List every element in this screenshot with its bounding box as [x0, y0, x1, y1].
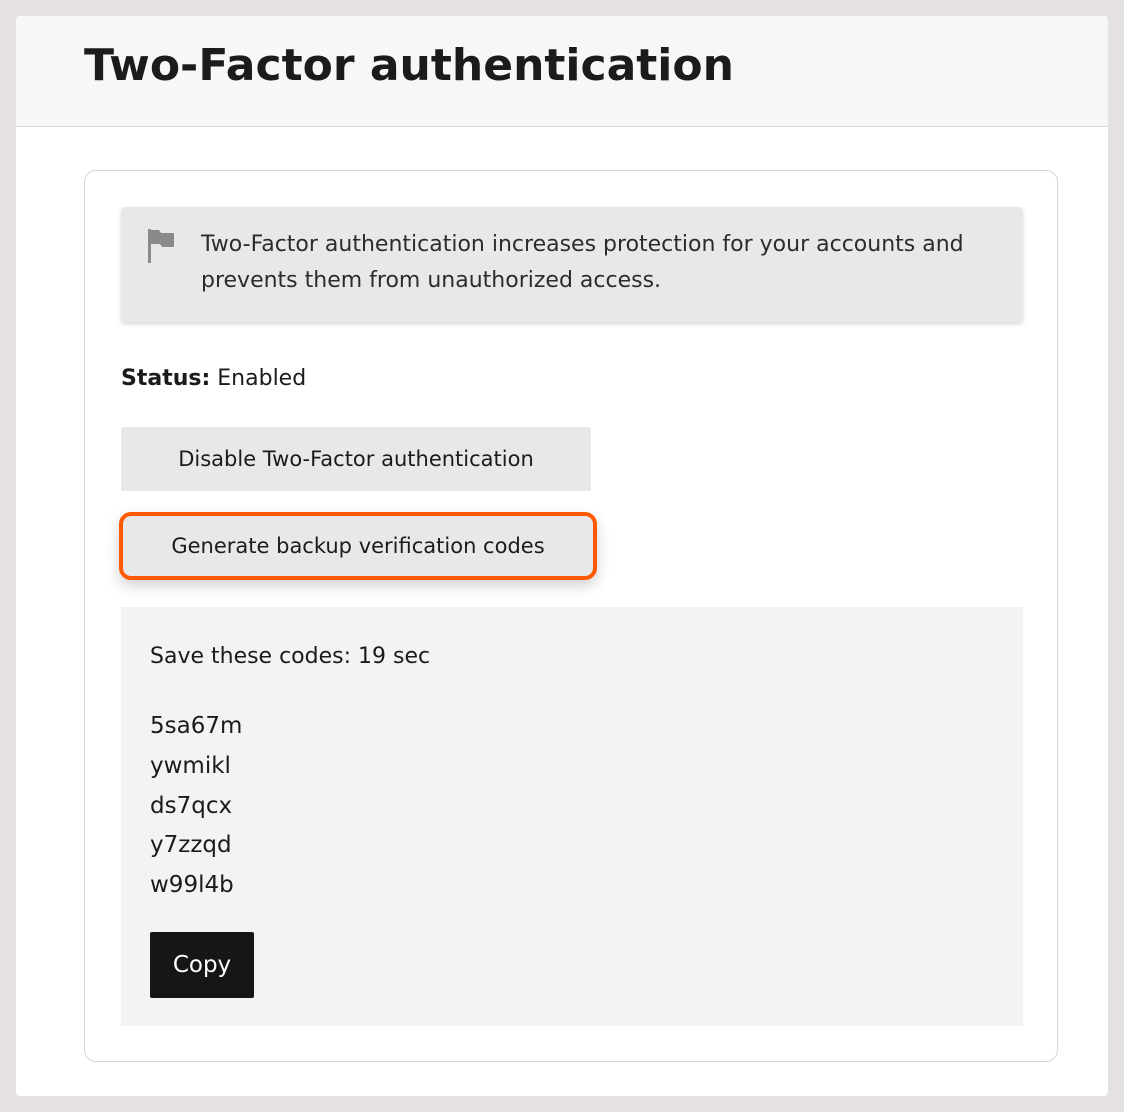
status-label: Status: [121, 366, 211, 391]
backup-code: y7zzqd [150, 832, 232, 859]
copy-codes-button[interactable]: Copy [150, 932, 254, 998]
status-line: Status: Enabled [121, 364, 306, 394]
info-banner: Two-Factor authentication increases prot… [121, 207, 1023, 322]
backup-code: ywmikl [150, 752, 231, 779]
backup-code: 5sa67m [150, 713, 243, 739]
status-value: Enabled [217, 366, 307, 391]
generate-backup-codes-button[interactable]: Generate backup verification codes [119, 512, 597, 580]
backup-code: w99l4b [150, 872, 234, 899]
two-factor-card: Two-Factor authentication increases prot… [84, 170, 1058, 1062]
page-title: Two-Factor authentication [84, 40, 734, 91]
info-banner-text: Two-Factor authentication increases prot… [201, 232, 964, 293]
disable-two-factor-button[interactable]: Disable Two-Factor authentication [121, 427, 591, 491]
codes-countdown: Save these codes: 19 sec [150, 644, 431, 669]
backup-codes-panel: Save these codes: 19 sec 5sa67m ywmikl d… [121, 607, 1023, 1026]
backup-codes-list: 5sa67m ywmikl ds7qcx y7zzqd w99l4b [150, 707, 242, 906]
page-header: Two-Factor authentication [16, 16, 1108, 127]
flag-icon [145, 227, 177, 265]
settings-window: Two-Factor authentication Two-Factor aut… [16, 16, 1108, 1096]
backup-code: ds7qcx [150, 792, 233, 819]
